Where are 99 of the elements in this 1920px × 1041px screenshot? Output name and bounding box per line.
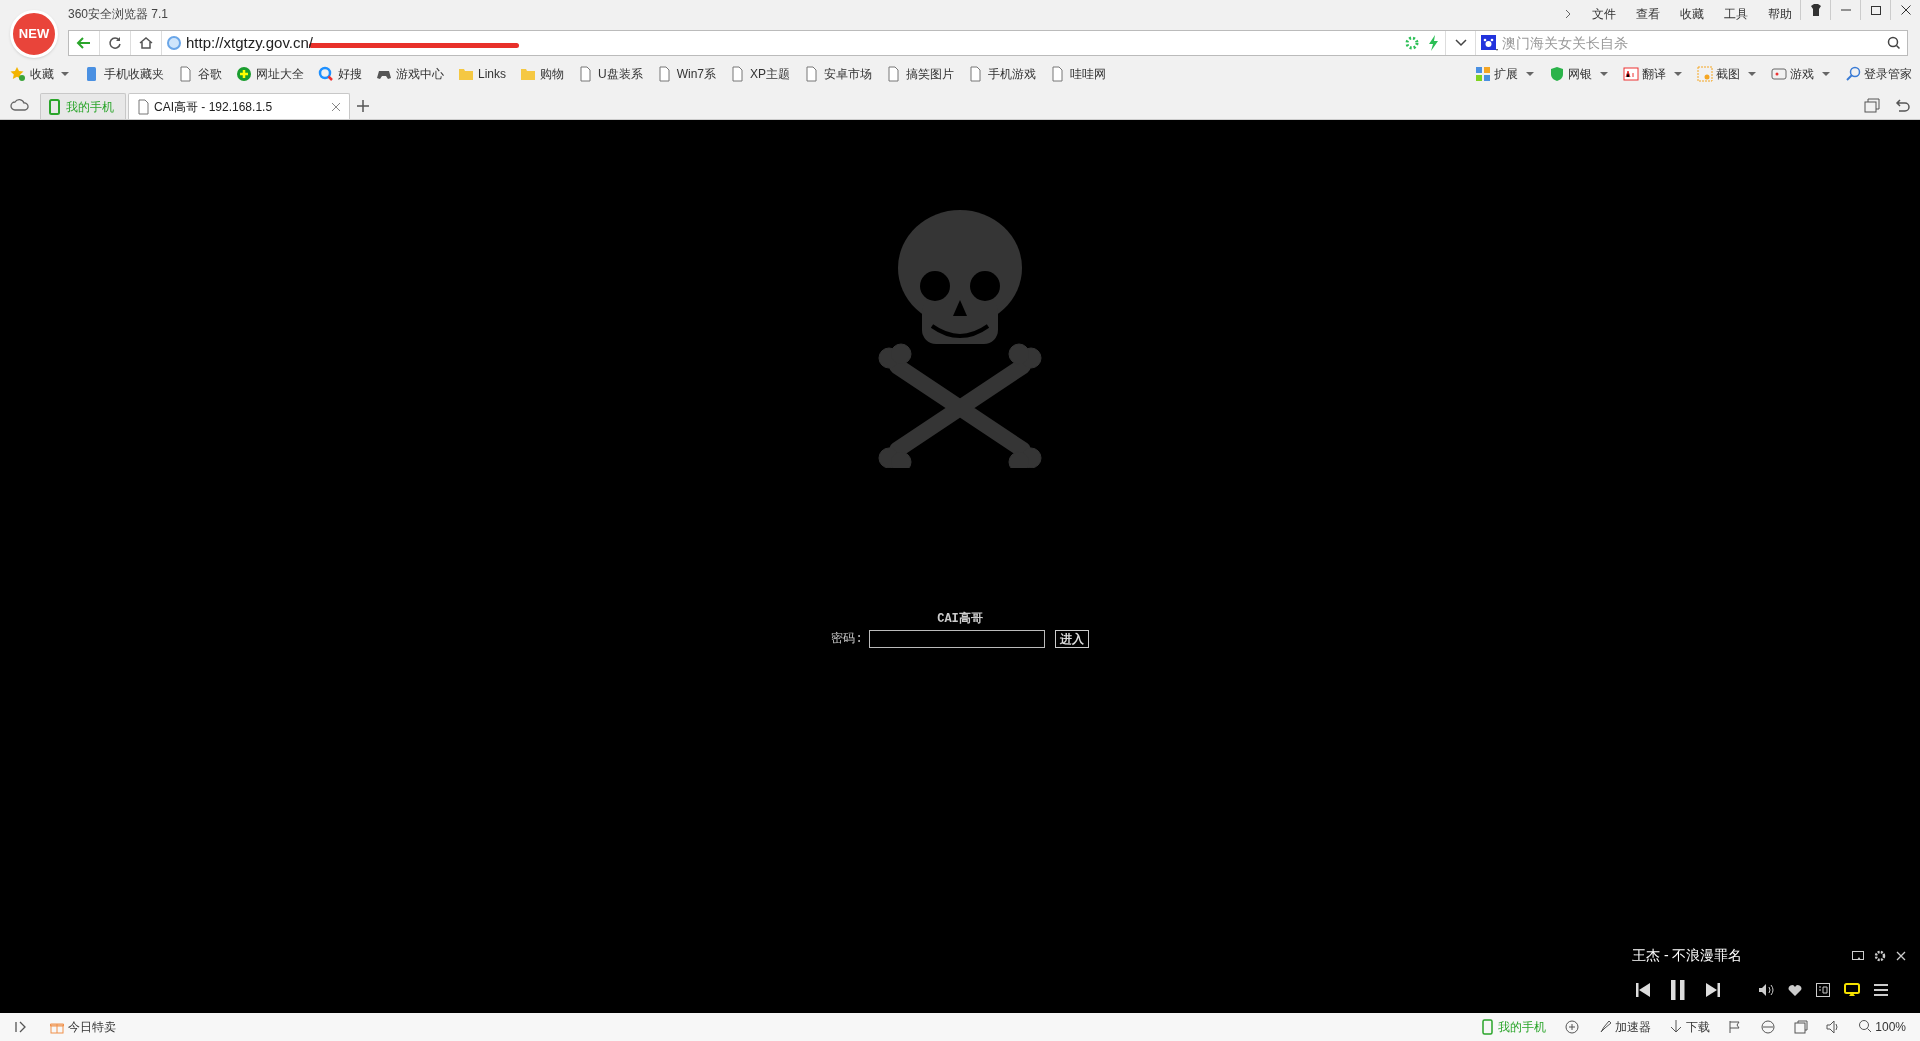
plus-icon xyxy=(357,100,369,112)
phone-icon xyxy=(49,98,61,115)
tab[interactable]: CAI高哥 - 192.168.1.5 xyxy=(128,93,350,119)
enter-button[interactable]: 进入 xyxy=(1054,630,1089,648)
caret-icon xyxy=(1599,70,1609,78)
status-item[interactable]: 加速器 xyxy=(1615,1018,1652,1036)
plus-icon xyxy=(236,66,252,82)
paw-icon xyxy=(1480,34,1500,52)
grid-icon xyxy=(1475,66,1491,82)
status-item[interactable]: 下载 xyxy=(1686,1018,1711,1036)
minimize-icon xyxy=(1840,9,1851,11)
page-title: CAI高哥 xyxy=(937,610,983,628)
close-icon xyxy=(1900,5,1911,15)
bookmark-item[interactable]: 收藏 xyxy=(30,65,54,83)
refresh-icon xyxy=(107,35,123,51)
toolbar-item[interactable]: 游戏 xyxy=(1790,65,1814,83)
bookmark-item[interactable]: 搞笑图片 xyxy=(906,65,955,83)
chevron-icon xyxy=(1564,9,1572,19)
speaker-icon xyxy=(1826,1020,1841,1034)
translate-icon xyxy=(1623,66,1639,82)
windows-icon xyxy=(1864,98,1880,114)
gift-icon xyxy=(50,1020,64,1034)
bookmark-item[interactable]: 购物 xyxy=(540,65,564,83)
skull-and-crossbones-icon xyxy=(875,208,1045,468)
lyrics-icon xyxy=(1816,983,1830,997)
page-icon xyxy=(656,66,673,82)
folder-icon xyxy=(520,66,536,82)
caret-icon xyxy=(1821,70,1831,78)
page-icon xyxy=(578,66,594,82)
search-icon xyxy=(1887,36,1901,50)
search-icon xyxy=(318,66,334,82)
page-icon xyxy=(137,98,149,115)
caret-icon xyxy=(1525,70,1535,78)
status-item[interactable]: 100% xyxy=(1875,1018,1906,1036)
image-icon xyxy=(1771,66,1787,82)
heart-icon xyxy=(1788,983,1802,997)
bookmark-item[interactable]: Win7系 xyxy=(676,65,717,83)
deals-link[interactable]: 今日特卖 xyxy=(68,1018,116,1036)
download-icon xyxy=(1669,1019,1684,1035)
bookmark-item[interactable]: 谷歌 xyxy=(198,65,222,83)
home-icon xyxy=(138,35,154,51)
menu-item[interactable]: 帮助 xyxy=(1768,5,1792,23)
logo-text: NEW xyxy=(18,25,50,44)
speaker-icon xyxy=(1758,983,1774,997)
globe-icon xyxy=(166,35,182,51)
track-title: 王杰 - 不浪漫罪名 xyxy=(1632,946,1743,965)
bookmark-item[interactable]: 手机游戏 xyxy=(988,65,1037,83)
menu-item[interactable]: 查看 xyxy=(1636,5,1660,23)
lightning-icon xyxy=(1427,35,1439,51)
page-icon xyxy=(178,66,194,82)
spinner-icon xyxy=(1405,36,1419,50)
folder-icon xyxy=(458,66,474,82)
screen-icon xyxy=(1844,983,1860,997)
maximize-icon xyxy=(1870,5,1881,15)
close-icon xyxy=(331,101,341,112)
bookmark-item[interactable]: U盘装系 xyxy=(598,65,643,83)
cloud-icon xyxy=(10,97,30,113)
bookmark-item[interactable]: 手机收藏夹 xyxy=(104,65,164,83)
bookmark-item[interactable]: 安卓市场 xyxy=(824,65,873,83)
next-icon xyxy=(1706,982,1720,998)
close-icon xyxy=(1896,950,1906,961)
toolbar-item[interactable]: 扩展 xyxy=(1494,65,1518,83)
mini-window-icon xyxy=(1852,950,1864,961)
url-text: http://xtgtzy.gov.cn/ xyxy=(186,32,313,53)
chevron-down-icon xyxy=(1453,38,1468,48)
bookmark-item[interactable]: Links xyxy=(478,65,506,83)
previous-icon xyxy=(1636,982,1650,998)
bookmark-item[interactable]: XP主题 xyxy=(750,65,791,83)
zoom-icon xyxy=(1858,1019,1873,1035)
bookmark-item[interactable]: 游戏中心 xyxy=(396,65,444,83)
menu-item[interactable]: 收藏 xyxy=(1680,5,1704,23)
back-icon xyxy=(76,35,92,51)
expand-icon xyxy=(14,1021,26,1033)
shirt-icon xyxy=(1809,4,1822,16)
menu-item[interactable]: 工具 xyxy=(1724,5,1748,23)
menu-item[interactable]: 文件 xyxy=(1592,5,1616,23)
address-bar[interactable]: http://xtgtzy.gov.cn/ 澳门海关女关长自杀 xyxy=(68,30,1908,56)
undo-icon xyxy=(1894,98,1910,114)
settings-icon xyxy=(1874,949,1886,962)
phone-icon xyxy=(1481,1019,1496,1035)
caret-icon xyxy=(60,70,70,78)
caret-icon xyxy=(1747,70,1757,78)
star-icon xyxy=(10,66,26,82)
bookmark-item[interactable]: 好搜 xyxy=(338,65,362,83)
window-title: 360安全浏览器 7.1 xyxy=(68,6,169,23)
flag-icon xyxy=(1728,1020,1743,1034)
shield-icon xyxy=(1549,66,1565,82)
password-label: 密码: xyxy=(831,631,863,648)
menu-icon xyxy=(1874,984,1888,996)
toolbar-item[interactable]: 登录管家 xyxy=(1864,65,1912,83)
window-icon xyxy=(1794,1020,1809,1034)
bookmark-item[interactable]: 哇哇网 xyxy=(1070,65,1107,83)
search-field[interactable]: 澳门海关女关长自杀 xyxy=(1502,32,1887,54)
toolbar-item[interactable]: 翻译 xyxy=(1642,65,1666,83)
password-field[interactable] xyxy=(868,630,1045,648)
bookmark-item[interactable]: 网址大全 xyxy=(256,65,304,83)
caret-icon xyxy=(1673,70,1683,78)
toolbar-item[interactable]: 网银 xyxy=(1568,65,1592,83)
toolbar-item[interactable]: 截图 xyxy=(1716,65,1740,83)
